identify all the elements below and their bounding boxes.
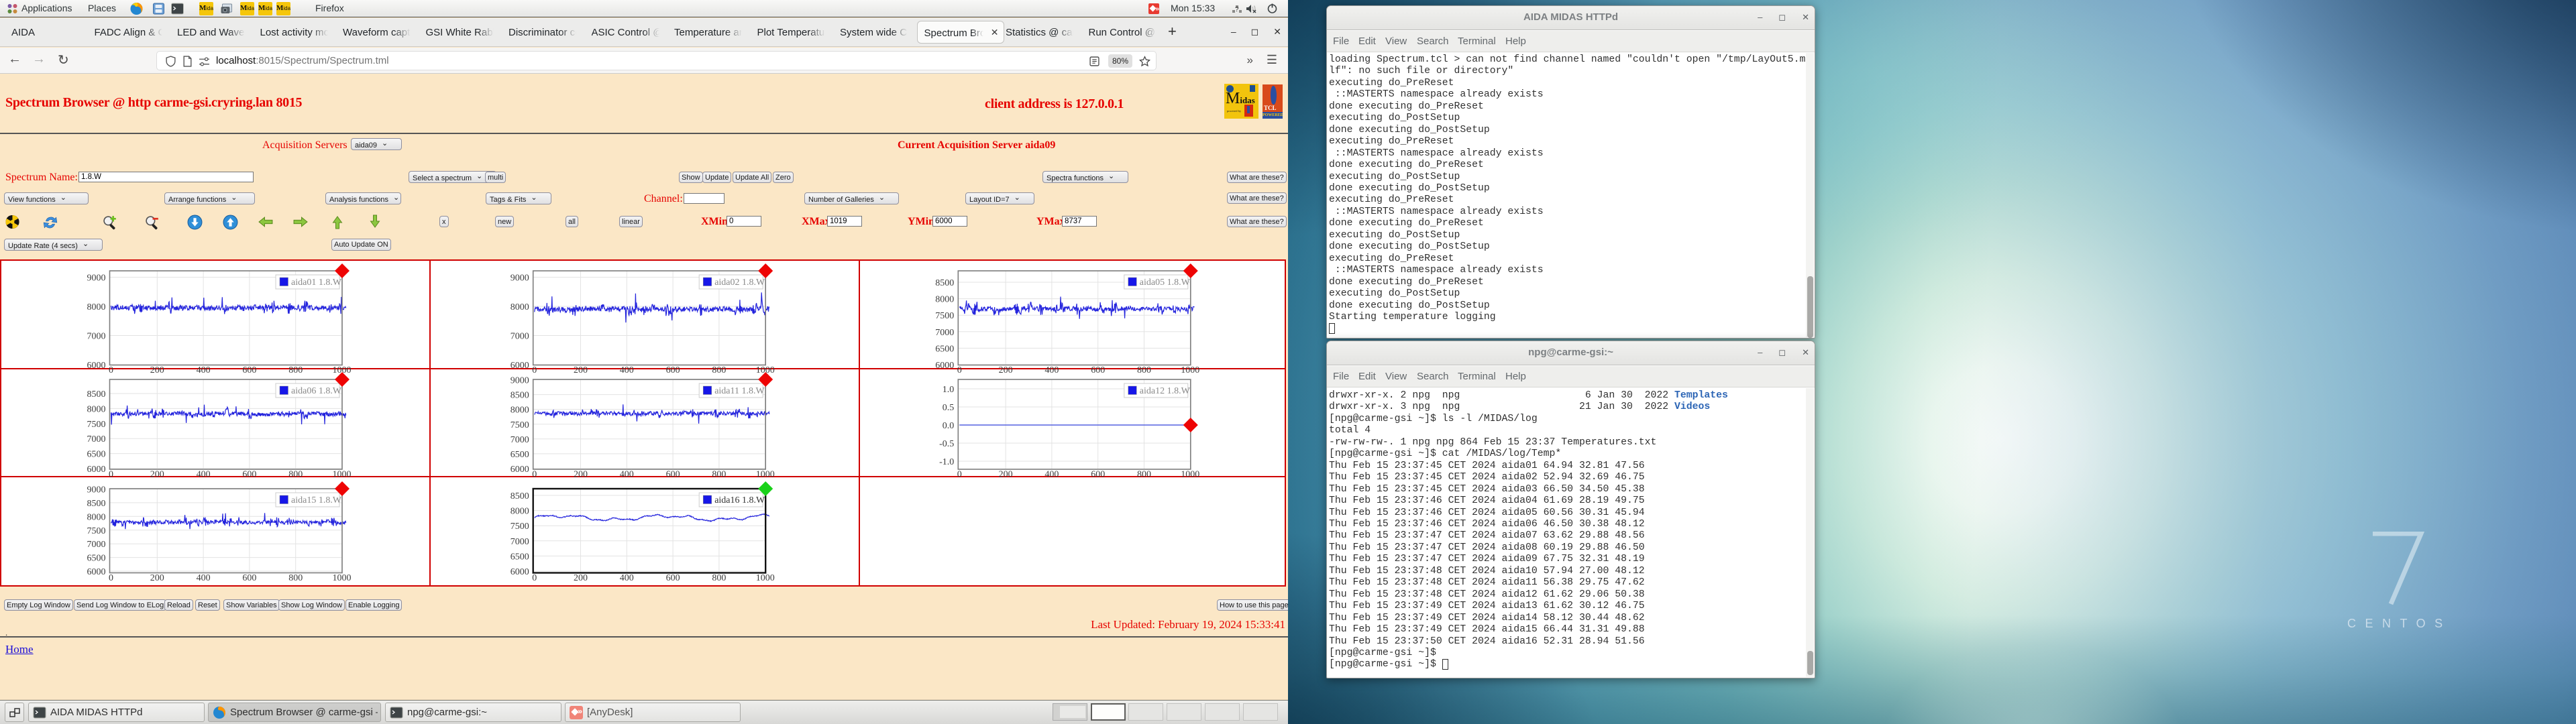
svg-text:aida02 1.8.W: aida02 1.8.W	[714, 278, 765, 288]
svg-text:7000: 7000	[87, 332, 106, 342]
svg-text:9000: 9000	[87, 485, 106, 495]
svg-text:7500: 7500	[511, 522, 529, 532]
svg-text:aida01 1.8.W: aida01 1.8.W	[291, 278, 342, 288]
svg-text:0: 0	[109, 573, 113, 583]
svg-text:8000: 8000	[511, 406, 529, 416]
svg-text:7000: 7000	[511, 332, 529, 342]
svg-text:7000: 7000	[511, 435, 529, 445]
svg-text:200: 200	[574, 573, 588, 583]
svg-text:6000: 6000	[511, 361, 529, 371]
svg-text:9000: 9000	[87, 274, 106, 284]
svg-text:aida12 1.8.W: aida12 1.8.W	[1139, 386, 1190, 396]
svg-text:6000: 6000	[511, 567, 529, 577]
svg-text:400: 400	[620, 573, 634, 583]
svg-text:0: 0	[532, 573, 537, 583]
svg-text:7500: 7500	[511, 420, 529, 430]
svg-text:1000: 1000	[1181, 470, 1199, 480]
svg-text:aida11 1.8.W: aida11 1.8.W	[714, 386, 765, 396]
svg-text:400: 400	[197, 573, 211, 583]
svg-text:6500: 6500	[511, 450, 529, 460]
svg-text:200: 200	[150, 573, 164, 583]
svg-text:6000: 6000	[935, 361, 954, 371]
svg-text:8000: 8000	[87, 512, 106, 522]
svg-text:0: 0	[957, 470, 961, 480]
svg-text:8500: 8500	[511, 391, 529, 401]
svg-text:aida15 1.8.W: aida15 1.8.W	[291, 495, 342, 505]
svg-text:6500: 6500	[511, 552, 529, 562]
svg-text:7000: 7000	[935, 328, 954, 338]
svg-text:0.5: 0.5	[942, 403, 954, 413]
svg-text:9000: 9000	[511, 376, 529, 386]
svg-text:7500: 7500	[87, 526, 106, 536]
svg-text:1000: 1000	[756, 573, 775, 583]
svg-text:-1.0: -1.0	[939, 457, 954, 467]
svg-text:7000: 7000	[87, 540, 106, 550]
svg-text:?: ?	[1235, 6, 1239, 13]
svg-text:6500: 6500	[87, 554, 106, 564]
svg-text:0.0: 0.0	[942, 421, 954, 431]
svg-text:8500: 8500	[87, 389, 106, 400]
svg-text:-0.5: -0.5	[939, 439, 954, 449]
svg-text:6500: 6500	[935, 344, 954, 354]
svg-text:6000: 6000	[511, 465, 529, 475]
svg-text:8000: 8000	[935, 295, 954, 305]
svg-text:800: 800	[712, 573, 727, 583]
svg-text:800: 800	[288, 573, 303, 583]
svg-text:aida16 1.8.W: aida16 1.8.W	[714, 495, 765, 505]
svg-text:6000: 6000	[87, 567, 106, 577]
svg-text:6500: 6500	[87, 450, 106, 460]
svg-text:200: 200	[998, 470, 1012, 480]
svg-text:7000: 7000	[87, 434, 106, 444]
svg-text:8500: 8500	[935, 278, 954, 288]
svg-text:7500: 7500	[935, 311, 954, 321]
svg-text:7500: 7500	[87, 420, 106, 430]
svg-text:600: 600	[666, 573, 680, 583]
svg-text:8500: 8500	[511, 491, 529, 501]
svg-text:8000: 8000	[511, 507, 529, 517]
svg-text:600: 600	[242, 573, 256, 583]
svg-text:1.0: 1.0	[942, 385, 954, 395]
svg-text:8000: 8000	[87, 302, 106, 312]
svg-text:9000: 9000	[511, 274, 529, 284]
svg-text:8000: 8000	[511, 302, 529, 312]
svg-text:6000: 6000	[87, 465, 106, 475]
svg-text:8500: 8500	[87, 499, 106, 509]
svg-text:8000: 8000	[87, 404, 106, 414]
svg-text:aida05 1.8.W: aida05 1.8.W	[1139, 278, 1190, 288]
svg-text:aida06 1.8.W: aida06 1.8.W	[291, 386, 342, 396]
svg-text:6000: 6000	[87, 361, 106, 371]
svg-text:600: 600	[1091, 470, 1105, 480]
svg-text:400: 400	[1044, 470, 1059, 480]
svg-text:1000: 1000	[333, 573, 352, 583]
svg-text:7000: 7000	[511, 537, 529, 547]
svg-text:800: 800	[1137, 470, 1151, 480]
